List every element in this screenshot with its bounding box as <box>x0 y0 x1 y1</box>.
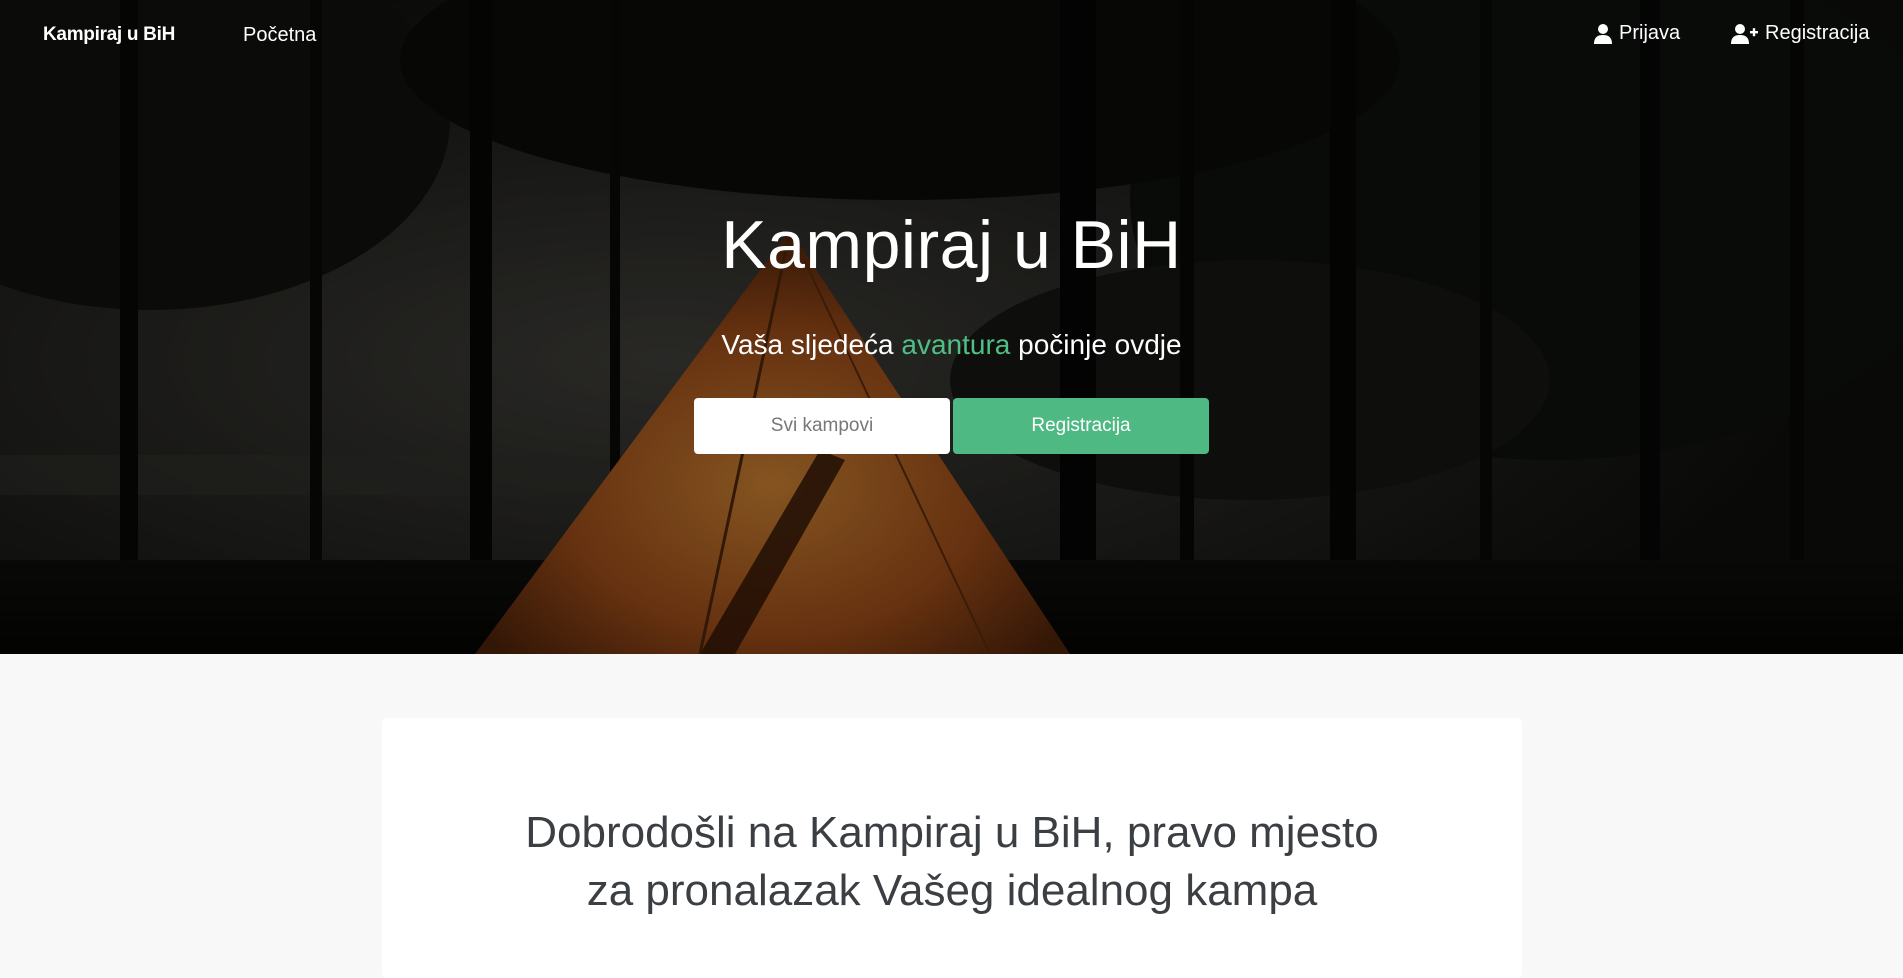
brand-link[interactable]: Kampiraj u BiH <box>43 24 175 46</box>
hero-section: Kampiraj u BiH Početna Prijava Registrac… <box>0 0 1903 654</box>
welcome-line-1: Dobrodošli na Kampiraj u BiH, pravo mjes… <box>525 808 1379 857</box>
welcome-card: Dobrodošli na Kampiraj u BiH, pravo mjes… <box>382 718 1522 978</box>
nav-home-link[interactable]: Početna <box>243 24 316 47</box>
all-camps-button[interactable]: Svi kampovi <box>694 398 950 454</box>
login-link[interactable]: Prijava <box>1594 22 1680 45</box>
user-icon <box>1594 23 1612 44</box>
subtitle-text-end: počinje ovdje <box>1010 329 1182 360</box>
user-plus-icon <box>1731 23 1758 44</box>
welcome-heading: Dobrodošli na Kampiraj u BiH, pravo mjes… <box>382 804 1522 920</box>
hero-title: Kampiraj u BiH <box>721 207 1182 283</box>
login-label: Prijava <box>1619 22 1681 44</box>
navbar: Kampiraj u BiH Početna Prijava Registrac… <box>0 0 1903 74</box>
welcome-line-2: za pronalazak Vašeg idealnog kampa <box>586 866 1318 915</box>
register-link[interactable]: Registracija <box>1731 22 1869 45</box>
register-label: Registracija <box>1765 22 1870 44</box>
hero-subtitle: Vaša sljedeća avantura počinje ovdje <box>0 325 1903 365</box>
subtitle-text-start: Vaša sljedeća <box>721 329 902 360</box>
hero-register-button[interactable]: Registracija <box>953 398 1209 454</box>
subtitle-accent-word: avantura <box>901 329 1011 360</box>
